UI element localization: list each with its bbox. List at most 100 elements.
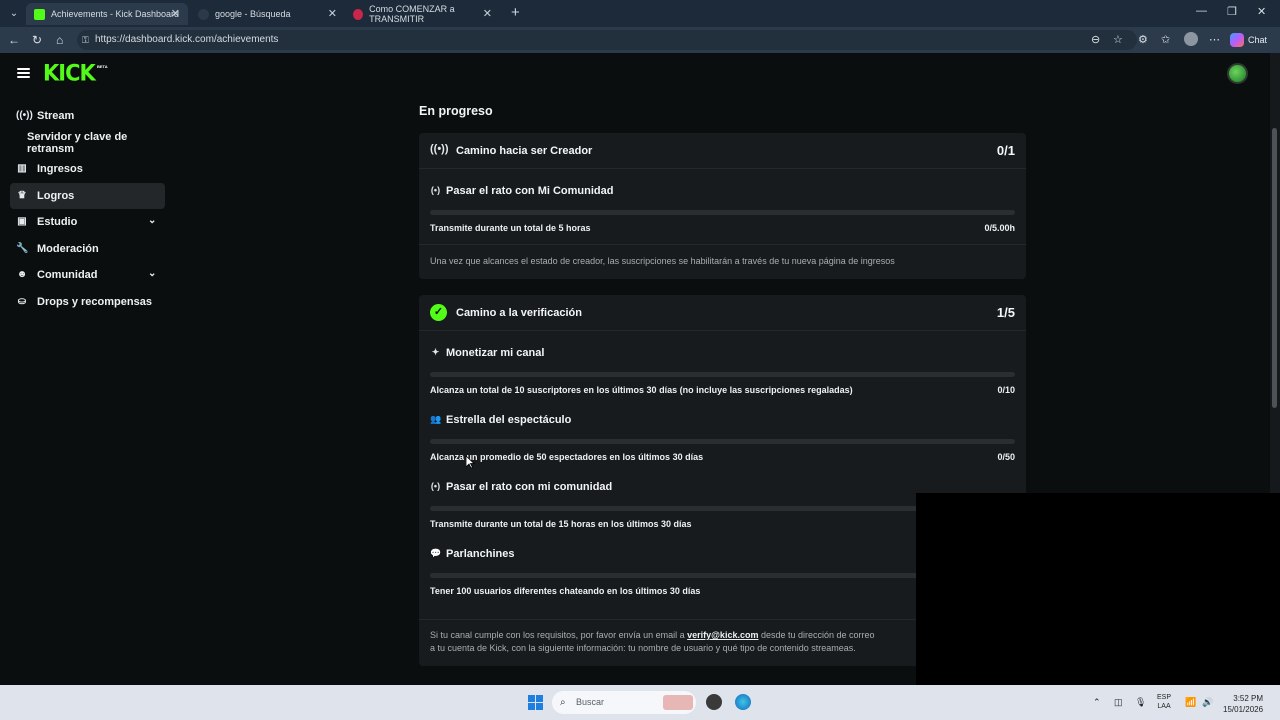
sidebar-item-stream[interactable]: ((•)) Stream <box>10 103 170 130</box>
lang-top: ESP <box>1157 694 1172 701</box>
app-icon[interactable] <box>706 694 722 710</box>
kick-favicon-icon <box>34 8 45 20</box>
creator-path-card: ((•)) Camino hacia ser Creador 0/1 (•) P… <box>419 133 1026 279</box>
windows-start-icon[interactable] <box>528 695 543 710</box>
requirement-description: Alcanza un promedio de 50 espectadores e… <box>430 444 1015 469</box>
tray-mic-icon[interactable]: 🎙 <box>1135 697 1146 708</box>
card-count: 1/5 <box>996 305 1015 320</box>
requirement-value: 0/50 <box>997 451 1015 462</box>
browser-tab-bar: ⌄ Achievements - Kick Dashboard ✕ google… <box>0 0 1280 27</box>
language-indicator[interactable]: ESP LAA <box>1157 693 1171 711</box>
user-avatar[interactable] <box>1227 63 1248 84</box>
sidebar-item-label: Estudio <box>37 216 78 229</box>
sidebar-item-ingresos[interactable]: ▥ Ingresos <box>10 156 170 183</box>
volume-icon[interactable]: 🔊 <box>1202 697 1213 708</box>
kick-logo[interactable]: KICK <box>43 60 96 85</box>
requirement-title-text: Estrella del espectáculo <box>446 414 572 426</box>
requirement-title-text: Parlanchines <box>446 548 515 560</box>
requirement-title: (•) Pasar el rato con Mi Comunidad <box>430 179 1015 203</box>
overlay-black-region <box>916 493 1280 698</box>
url-text: https://dashboard.kick.com/achievements <box>95 34 279 45</box>
community-icon: ☻ <box>16 269 28 280</box>
tab-google[interactable]: google - Búsqueda ✕ <box>190 3 345 25</box>
section-title: En progreso <box>419 104 493 118</box>
sidebar-item-logros[interactable]: ♛ Logros <box>10 182 165 209</box>
close-tab-icon[interactable]: ✕ <box>171 7 180 20</box>
tab-title: Como COMENZAR a TRANSMITIR <box>369 4 455 24</box>
home-icon[interactable]: ⌂ <box>56 33 63 47</box>
broadcast-icon: (•) <box>430 185 441 195</box>
sparkle-icon: ✦ <box>431 347 440 357</box>
refresh-icon[interactable]: ↻ <box>32 33 42 47</box>
sidebar-item-label: Stream <box>37 110 75 123</box>
tray-app-icon[interactable]: ◫ <box>1114 697 1123 708</box>
sidebar-item-stream-key[interactable]: Servidor y clave de retransm <box>10 130 170 157</box>
search-placeholder: Buscar <box>576 697 605 707</box>
card-footer: Una vez que alcances el estado de creado… <box>419 244 1026 279</box>
profile-avatar-icon[interactable] <box>1184 32 1198 46</box>
requirement-description: Alcanza un total de 10 suscriptores en l… <box>430 377 1015 402</box>
sidebar-item-label: Logros <box>37 189 75 202</box>
studio-icon: ▣ <box>17 216 27 227</box>
requirement-description-text: Transmite durante un total de 5 horas <box>430 222 591 233</box>
copilot-chat-button[interactable]: Chat <box>1230 31 1267 49</box>
favorites-icon[interactable]: ✩ <box>1161 33 1170 46</box>
favorite-star-icon[interactable]: ☆ <box>1113 33 1123 46</box>
extensions-icon[interactable]: ⚙ <box>1138 33 1148 46</box>
tab-actions-chevron-icon[interactable]: ⌄ <box>6 6 22 22</box>
requirement: (•) Pasar el rato con Mi Comunidad Trans… <box>419 169 1026 240</box>
chevron-down-icon[interactable]: ⌄ <box>148 268 156 279</box>
requirement-value: 0/5.00h <box>984 222 1015 233</box>
footer-text: a tu cuenta de Kick, con la siguiente in… <box>430 643 856 653</box>
footer-text: Si tu canal cumple con los requisitos, p… <box>430 630 688 640</box>
close-tab-icon[interactable]: ✕ <box>328 7 337 20</box>
card-header: ✓ Camino a la verificación 1/5 <box>419 295 1026 331</box>
back-icon[interactable]: ← <box>8 33 20 47</box>
card-count: 0/1 <box>996 143 1015 158</box>
more-menu-icon[interactable]: ⋯ <box>1209 33 1220 46</box>
broadcast-icon: (•) <box>430 481 441 491</box>
tray-chevron-icon[interactable]: ⌃ <box>1093 697 1101 708</box>
chevron-down-icon[interactable]: ⌄ <box>148 215 156 226</box>
tab-youtube[interactable]: Como COMENZAR a TRANSMITIR ✕ <box>345 3 500 25</box>
requirement-title-text: Pasar el rato con Mi Comunidad <box>446 185 614 197</box>
lang-bottom: LAA <box>1157 703 1171 710</box>
close-tab-icon[interactable]: ✕ <box>483 7 492 20</box>
system-clock[interactable]: 3:52 PM 15/01/2026 <box>1223 693 1263 715</box>
minimize-icon[interactable]: — <box>1196 5 1207 17</box>
scrollbar-thumb[interactable] <box>1272 128 1277 408</box>
menu-hamburger-icon[interactable] <box>17 68 30 78</box>
wifi-icon[interactable]: 📶 <box>1185 697 1196 708</box>
broadcast-icon: ((•)) <box>430 143 449 155</box>
site-info-icon[interactable]: ⚿ <box>82 30 89 50</box>
tab-title: google - Búsqueda <box>215 9 291 19</box>
reader-icon[interactable]: ⊖ <box>1091 33 1100 46</box>
taskbar-search[interactable]: ⌕ Buscar <box>552 691 696 714</box>
tab-achievements[interactable]: Achievements - Kick Dashboard ✕ <box>26 3 188 25</box>
requirement-description-text: Alcanza un total de 10 suscriptores en l… <box>430 384 853 395</box>
copilot-icon <box>1230 33 1244 47</box>
new-tab-plus-icon[interactable]: + <box>511 4 520 21</box>
url-field[interactable]: ⚿ https://dashboard.kick.com/achievement… <box>77 30 1137 50</box>
edge-browser-icon[interactable] <box>735 694 751 710</box>
sidebar-item-moderacion[interactable]: 🔧 Moderación <box>10 236 170 263</box>
verified-check-icon: ✓ <box>430 304 447 321</box>
card-header: ((•)) Camino hacia ser Creador 0/1 <box>419 133 1026 169</box>
sidebar-item-estudio[interactable]: ▣ Estudio ⌄ <box>10 209 170 236</box>
sidebar-item-label: Servidor y clave de retransm <box>27 130 128 155</box>
sidebar-item-label: Drops y recompensas <box>37 295 152 308</box>
chat-label: Chat <box>1248 35 1268 45</box>
restore-icon[interactable]: ❐ <box>1227 5 1237 18</box>
footer-text: desde tu dirección de correo <box>758 630 875 640</box>
sidebar-item-comunidad[interactable]: ☻ Comunidad ⌄ <box>10 262 170 289</box>
requirement-title-text: Monetizar mi canal <box>446 347 545 359</box>
requirement: 👥 Estrella del espectáculo Alcanza un pr… <box>419 402 1026 469</box>
clock-date: 15/01/2026 <box>1223 705 1264 714</box>
sidebar-item-drops[interactable]: ⛀ Drops y recompensas <box>10 289 170 316</box>
requirement-description-text: Transmite durante un total de 15 horas e… <box>430 518 692 529</box>
drops-icon: ⛀ <box>17 295 27 307</box>
close-window-icon[interactable]: ✕ <box>1257 5 1266 18</box>
verify-email-link[interactable]: verify@kick.com <box>687 630 758 640</box>
chat-bubble-icon: 💬 <box>430 548 442 558</box>
address-toolbar: ← ↻ ⌂ ⚿ https://dashboard.kick.com/achie… <box>0 27 1280 53</box>
